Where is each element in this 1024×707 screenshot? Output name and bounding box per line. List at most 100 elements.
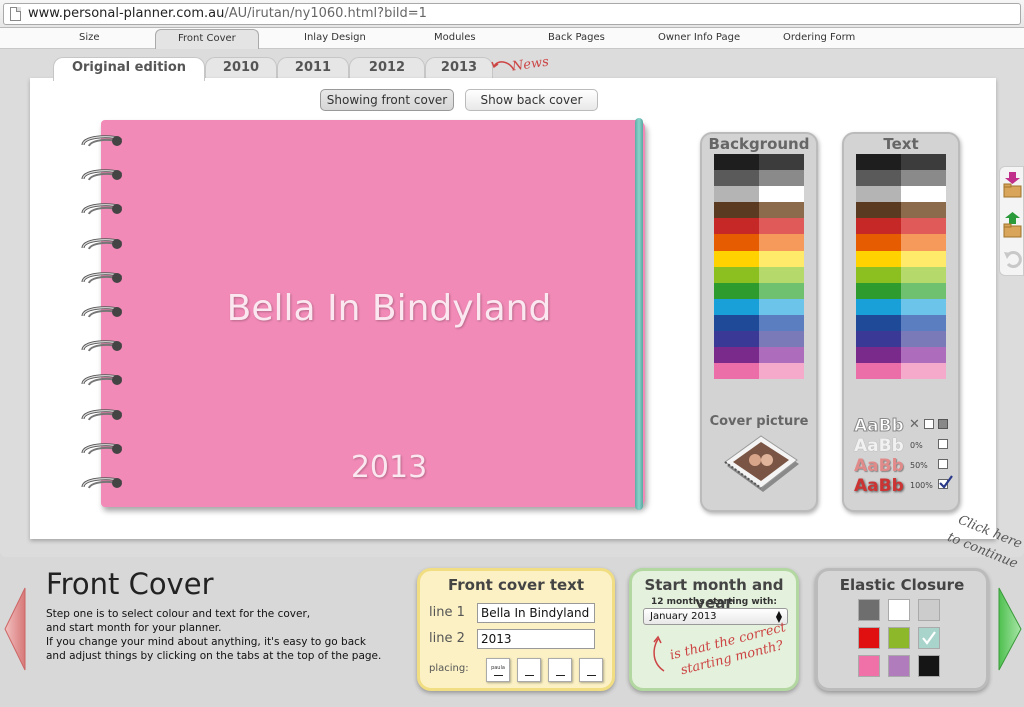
nav-ordering-form[interactable]: Ordering Form (783, 32, 855, 43)
background-swatch[interactable] (714, 186, 759, 203)
elastic-color-swatch[interactable] (858, 627, 880, 649)
background-swatch[interactable] (759, 363, 804, 380)
background-swatch[interactable] (759, 298, 804, 315)
showing-front-cover-button[interactable]: Showing front cover (320, 89, 454, 111)
background-swatch[interactable] (759, 234, 804, 251)
background-swatch[interactable] (714, 347, 759, 364)
text-swatch[interactable] (901, 363, 946, 380)
elastic-color-swatch[interactable] (918, 599, 940, 621)
line2-input[interactable] (477, 629, 595, 649)
text-swatch[interactable] (856, 170, 901, 187)
text-style-option-100[interactable]: AaBb 100% (854, 475, 953, 496)
text-swatch[interactable] (901, 331, 946, 348)
line1-input[interactable] (477, 603, 595, 623)
background-swatch[interactable] (714, 154, 759, 171)
text-swatch[interactable] (856, 314, 901, 332)
nav-size[interactable]: Size (79, 32, 100, 43)
tab-original-edition[interactable]: Original edition (53, 57, 205, 81)
text-style-option-0[interactable]: AaBb 0% (854, 436, 948, 456)
text-swatch[interactable] (901, 218, 946, 235)
undo-icon[interactable] (1003, 249, 1022, 269)
text-swatch[interactable] (856, 186, 901, 203)
elastic-color-swatch[interactable] (858, 599, 880, 621)
background-swatch[interactable] (759, 170, 804, 187)
text-swatch[interactable] (856, 282, 901, 299)
elastic-color-swatch[interactable] (918, 655, 940, 677)
text-swatch[interactable] (856, 202, 901, 219)
text-swatch[interactable] (856, 347, 901, 364)
background-swatch[interactable] (714, 170, 759, 187)
open-upload-icon[interactable] (1003, 211, 1022, 239)
background-swatch[interactable] (714, 234, 759, 251)
background-swatch[interactable] (759, 218, 804, 235)
background-swatch[interactable] (714, 331, 759, 348)
style-checkbox-b[interactable] (938, 419, 948, 429)
nav-inlay-design[interactable]: Inlay Design (304, 32, 366, 43)
text-swatch[interactable] (901, 250, 946, 267)
placing-option-top[interactable]: paula (486, 658, 510, 682)
background-swatch[interactable] (759, 331, 804, 348)
background-swatch[interactable] (759, 282, 804, 299)
text-swatch[interactable] (856, 298, 901, 315)
placing-option-middle[interactable] (517, 658, 541, 682)
background-swatch[interactable] (759, 347, 804, 364)
style-checkbox[interactable] (938, 439, 948, 449)
background-swatch[interactable] (759, 154, 804, 171)
nav-modules[interactable]: Modules (434, 32, 476, 43)
text-style-option-plain[interactable]: AaBb ✕ (854, 416, 948, 437)
text-swatch[interactable] (901, 282, 946, 299)
url-field[interactable]: www.personal-planner.com.au/AU/irutan/ny… (3, 3, 1021, 25)
cover-picture-thumbnail[interactable] (719, 434, 801, 498)
text-swatch[interactable] (856, 154, 901, 171)
tab-2012[interactable]: 2012 (349, 57, 425, 80)
background-swatch[interactable] (714, 218, 759, 235)
text-swatch[interactable] (901, 202, 946, 219)
text-swatch[interactable] (901, 186, 946, 203)
elastic-color-swatch[interactable] (918, 627, 940, 649)
background-swatch[interactable] (759, 250, 804, 267)
background-swatch[interactable] (714, 314, 759, 332)
text-swatch[interactable] (901, 314, 946, 332)
text-swatch[interactable] (901, 154, 946, 171)
text-swatch[interactable] (856, 234, 901, 251)
background-swatch[interactable] (759, 202, 804, 219)
placing-option-bottom[interactable] (548, 658, 572, 682)
style-checkbox[interactable] (938, 459, 948, 469)
text-swatch[interactable] (856, 331, 901, 348)
tab-2010[interactable]: 2010 (205, 57, 277, 80)
save-download-icon[interactable] (1003, 171, 1022, 199)
next-arrow-icon[interactable] (998, 586, 1022, 672)
nav-owner-info-page[interactable]: Owner Info Page (658, 32, 740, 43)
text-swatch[interactable] (901, 298, 946, 315)
background-swatch[interactable] (759, 266, 804, 283)
background-swatch[interactable] (714, 298, 759, 315)
background-swatch[interactable] (759, 186, 804, 203)
background-swatch[interactable] (759, 314, 804, 332)
background-swatch[interactable] (714, 250, 759, 267)
nav-front-cover[interactable]: Front Cover (155, 29, 259, 50)
text-swatch[interactable] (901, 347, 946, 364)
style-checkbox-a[interactable] (924, 419, 934, 429)
text-swatch[interactable] (901, 266, 946, 283)
background-swatch[interactable] (714, 266, 759, 283)
background-swatch[interactable] (714, 202, 759, 219)
text-style-option-50[interactable]: AaBb 50% (854, 456, 948, 476)
text-swatch[interactable] (901, 234, 946, 251)
show-back-cover-button[interactable]: Show back cover (465, 89, 598, 111)
placing-option-corner[interactable] (579, 658, 603, 682)
tab-2013[interactable]: 2013 (425, 57, 493, 80)
tab-2011[interactable]: 2011 (277, 57, 349, 80)
elastic-color-swatch[interactable] (888, 655, 910, 677)
elastic-color-swatch[interactable] (888, 599, 910, 621)
text-swatch[interactable] (856, 250, 901, 267)
text-swatch[interactable] (856, 218, 901, 235)
text-swatch[interactable] (901, 170, 946, 187)
nav-back-pages[interactable]: Back Pages (548, 32, 605, 43)
elastic-color-swatch[interactable] (858, 655, 880, 677)
background-swatch[interactable] (714, 363, 759, 380)
elastic-color-swatch[interactable] (888, 627, 910, 649)
text-swatch[interactable] (856, 363, 901, 380)
text-swatch[interactable] (856, 266, 901, 283)
previous-arrow-icon[interactable] (4, 586, 26, 672)
background-swatch[interactable] (714, 282, 759, 299)
